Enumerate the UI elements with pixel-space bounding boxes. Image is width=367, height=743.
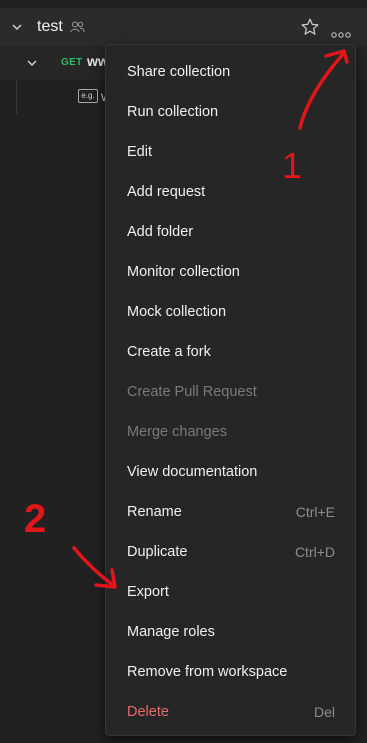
collection-row[interactable]: test bbox=[0, 8, 367, 46]
menu-item-label: Edit bbox=[127, 144, 152, 160]
menu-item-rename[interactable]: Rename Ctrl+E bbox=[106, 492, 355, 532]
request-method: GET bbox=[61, 57, 83, 68]
collection-name: test bbox=[37, 18, 63, 35]
menu-item-remove-from-workspace[interactable]: Remove from workspace bbox=[106, 652, 355, 692]
menu-item-manage-roles[interactable]: Manage roles bbox=[106, 612, 355, 652]
menu-item-edit[interactable]: Edit bbox=[106, 132, 355, 172]
menu-item-create-a-fork[interactable]: Create a fork bbox=[106, 332, 355, 372]
menu-item-export[interactable]: Export bbox=[106, 572, 355, 612]
menu-item-label: Add request bbox=[127, 184, 206, 200]
chevron-down-icon[interactable] bbox=[12, 22, 22, 32]
menu-item-add-request[interactable]: Add request bbox=[106, 172, 355, 212]
menu-item-label: Create a fork bbox=[127, 344, 211, 360]
more-horizontal-icon[interactable] bbox=[331, 25, 351, 43]
people-icon bbox=[70, 20, 85, 38]
menu-item-view-documentation[interactable]: View documentation bbox=[106, 452, 355, 492]
menu-item-label: Monitor collection bbox=[127, 264, 240, 280]
menu-item-label: Share collection bbox=[127, 64, 231, 80]
menu-item-shortcut: Ctrl+E bbox=[295, 504, 335, 520]
menu-item-run-collection[interactable]: Run collection bbox=[106, 92, 355, 132]
menu-item-delete[interactable]: Delete Del bbox=[106, 692, 355, 732]
menu-item-merge-changes: Merge changes bbox=[106, 412, 355, 452]
menu-item-label: Remove from workspace bbox=[127, 664, 288, 680]
annotation-label-2: 2 bbox=[24, 497, 46, 541]
menu-item-add-folder[interactable]: Add folder bbox=[106, 212, 355, 252]
menu-item-label: Delete bbox=[127, 704, 169, 720]
menu-item-label: Merge changes bbox=[127, 424, 227, 440]
menu-item-mock-collection[interactable]: Mock collection bbox=[106, 292, 355, 332]
menu-item-label: Manage roles bbox=[127, 624, 215, 640]
menu-item-label: Duplicate bbox=[127, 544, 188, 560]
menu-item-label: Create Pull Request bbox=[127, 384, 257, 400]
menu-item-label: Add folder bbox=[127, 224, 194, 240]
menu-item-label: Export bbox=[127, 584, 169, 600]
context-menu: Share collection Run collection Edit Add re… bbox=[105, 44, 356, 736]
star-icon[interactable] bbox=[300, 17, 320, 42]
example-badge-icon: e.g. bbox=[78, 89, 98, 103]
menu-item-share-collection[interactable]: Share collection bbox=[106, 52, 355, 92]
menu-item-label: Rename bbox=[127, 504, 182, 520]
menu-item-label: Run collection bbox=[127, 104, 219, 120]
menu-item-duplicate[interactable]: Duplicate Ctrl+D bbox=[106, 532, 355, 572]
menu-item-create-pull-request: Create Pull Request bbox=[106, 372, 355, 412]
chevron-down-icon[interactable] bbox=[27, 58, 37, 68]
menu-item-shortcut: Ctrl+D bbox=[294, 544, 335, 560]
menu-item-label: Mock collection bbox=[127, 304, 227, 320]
menu-item-label: View documentation bbox=[127, 464, 258, 480]
menu-item-monitor-collection[interactable]: Monitor collection bbox=[106, 252, 355, 292]
menu-item-shortcut: Del bbox=[313, 704, 335, 720]
